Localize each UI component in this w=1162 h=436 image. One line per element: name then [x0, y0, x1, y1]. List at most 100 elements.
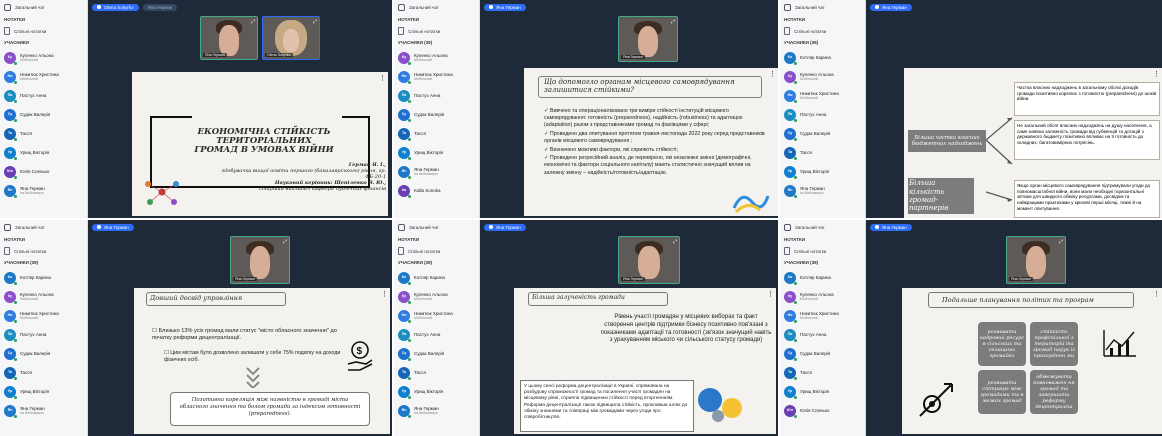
participant-item[interactable]: Та Тасся [0, 363, 87, 382]
presenter-tab[interactable]: Яна Герман [484, 3, 526, 11]
slide-menu-icon[interactable]: ⋮ [1153, 70, 1160, 78]
webcam-tile[interactable]: Яна Герман ⤢ [618, 236, 680, 284]
slide-menu-icon[interactable]: ⋮ [769, 70, 776, 78]
participant-item[interactable]: Су Судак Валерія [0, 105, 87, 124]
expand-icon[interactable]: ⤢ [671, 19, 675, 25]
participant-item[interactable]: Па Пастух Анна [780, 105, 865, 124]
participant-item[interactable]: Ур Урищ Вікторія [0, 382, 87, 401]
participant-item[interactable]: Ко Котляр Карина [0, 268, 87, 287]
participant-item[interactable]: Ко Котляр Карина [780, 48, 865, 67]
general-chat[interactable]: Загальний чат [394, 220, 479, 234]
participant-item[interactable]: Па Пастух Анна [780, 325, 865, 344]
presenter-tab[interactable]: Olena Sokyrko [92, 3, 139, 11]
shared-notes[interactable]: Спільні нотатки [780, 25, 865, 37]
participant-item[interactable]: Па Пастух Анна [0, 325, 87, 344]
shared-notes[interactable]: Спільні нотатки [0, 25, 87, 37]
participant-item[interactable]: Ни Никитюк Христина Мобільний [780, 86, 865, 105]
participant-item[interactable]: Ян Яна Герман на Вебкамера [0, 401, 87, 420]
participant-item[interactable]: Су Судак Валерія [780, 124, 865, 143]
participant-item[interactable]: Ян Яна Герман на Вебкамера [394, 401, 479, 420]
participant-item[interactable]: Ур Урищ Вікторія [0, 143, 87, 162]
expand-icon[interactable]: ⤢ [251, 19, 255, 25]
participant-name: Урищ Вікторія [20, 149, 50, 155]
presenter-tab[interactable]: Яна Герман [870, 3, 912, 11]
shared-notes[interactable]: Спільні нотатки [0, 245, 87, 257]
avatar: Ур [784, 165, 797, 179]
participant-item[interactable]: Ян Яна Герман на Вебкамера [394, 162, 479, 181]
participant-item[interactable]: Ку Куленко Альона Мобільний [394, 287, 479, 306]
participant-item[interactable]: Ку Куленко Альона Мобільний [0, 48, 87, 67]
expand-icon[interactable]: ⤢ [673, 239, 677, 245]
participant-item[interactable]: Ни Никитюк Христина Мобільний [394, 306, 479, 325]
participant-item[interactable]: Ни Никитюк Христина Мобільний [0, 306, 87, 325]
participant-item[interactable]: Ка Kalla Sonoka [394, 181, 479, 200]
slide-right-text-3: Якщо орган місцевого самоврядування підт… [1017, 183, 1151, 211]
participant-item[interactable]: Ко Котляр Карина [394, 268, 479, 287]
participant-item[interactable]: Та Тасся [780, 143, 865, 162]
webcam-tile[interactable]: Яна Герман ⤢ [618, 16, 678, 62]
shared-notes-label: Спільні нотатки [14, 248, 47, 254]
participant-item[interactable]: Та Тасся [0, 124, 87, 143]
participant-item[interactable]: Су Судак Валерія [394, 105, 479, 124]
shared-notes[interactable]: Спільні нотатки [394, 25, 479, 37]
expand-icon[interactable]: ⤢ [283, 239, 287, 245]
participant-item[interactable]: Ни Никитюк Христина Мобільний [780, 306, 865, 325]
avatar: Ку [4, 290, 17, 304]
participant-item[interactable]: Ян Яна Герман на Вебкамера [780, 181, 865, 200]
participant-item[interactable]: Су Судак Валерія [780, 344, 865, 363]
avatar: Ян [398, 404, 411, 418]
slide-menu-icon[interactable]: ⋮ [379, 74, 386, 82]
participant-item[interactable]: Ур Урищ Вікторія [780, 382, 865, 401]
participant-item[interactable]: Ко Котляр Карина [780, 268, 865, 287]
presenter-tab-2[interactable]: Яна Герман [142, 3, 178, 11]
participant-item[interactable]: Ни Никитюк Христина Мобільний [394, 67, 479, 86]
participant-info: Судак Валерія [800, 351, 830, 356]
webcam-tile[interactable]: Яна Герман ⤢ [200, 16, 258, 60]
participant-item[interactable]: Ку Куленко Альона Мобільний [0, 287, 87, 306]
slide-menu-icon[interactable]: ⋮ [767, 290, 774, 298]
participant-item[interactable]: Ур Урищ Вікторія [394, 382, 479, 401]
participant-item[interactable]: Ку Куленко Альона Мобільний [780, 67, 865, 86]
general-chat[interactable]: Загальний чат [0, 220, 87, 234]
webcam-tile[interactable]: Яна Герман ⤢ [1006, 236, 1066, 284]
chat-icon [784, 223, 791, 231]
general-chat[interactable]: Загальний чат [0, 0, 87, 14]
main-area: Яна Герман ⋮ Більша частка власних бюдже… [866, 0, 1162, 218]
presenter-tab[interactable]: Яна Герман [870, 223, 912, 231]
participant-item[interactable]: Юн Юлія Сленько [0, 162, 87, 181]
participant-item[interactable]: Юн Юлія Сленько [780, 401, 865, 420]
participant-item[interactable]: Ян Яна Герман на Вебкамера [0, 181, 87, 200]
participant-item[interactable]: Ур Урищ Вікторія [394, 143, 479, 162]
webcam-tile[interactable]: Яна Герман ⤢ [230, 236, 290, 284]
avatar: Ян [784, 184, 797, 198]
participant-item[interactable]: Та Тасся [394, 124, 479, 143]
general-chat[interactable]: Загальний чат [780, 0, 865, 14]
shared-notes[interactable]: Спільні нотатки [780, 245, 865, 257]
presenter-tab-label: Яна Герман [882, 224, 907, 230]
expand-icon[interactable]: ⤢ [1059, 239, 1063, 245]
slide-menu-icon[interactable]: ⋮ [381, 290, 388, 298]
participant-item[interactable]: Та Тасся [394, 363, 479, 382]
participant-item[interactable]: Ни Никитюк Христина Мобільний [0, 67, 87, 86]
participant-info: Судак Валерія [414, 351, 444, 356]
slide-menu-icon[interactable]: ⋮ [1153, 290, 1160, 298]
avatar: Су [4, 108, 17, 122]
participant-item[interactable]: Па Пастух Анна [0, 86, 87, 105]
general-chat[interactable]: Загальний чат [780, 220, 865, 234]
participant-item[interactable]: Па Пастух Анна [394, 325, 479, 344]
presenter-tab[interactable]: Яна Герман [484, 223, 526, 231]
expand-icon[interactable]: ⤢ [313, 19, 317, 25]
participant-item[interactable]: Ур Урищ Вікторія [780, 162, 865, 181]
participant-item[interactable]: Та Тасся [780, 363, 865, 382]
shared-notes[interactable]: Спільні нотатки [394, 245, 479, 257]
participant-item[interactable]: Су Судак Валерія [394, 344, 479, 363]
participant-info: Котляр Карина [20, 275, 51, 280]
webcam-tile-2[interactable]: Olena Sokyrko ⤢ [262, 16, 320, 60]
presenter-tab[interactable]: Яна Герман [92, 223, 134, 231]
notes-icon [398, 247, 404, 255]
participant-item[interactable]: Па Пастух Анна [394, 86, 479, 105]
participant-item[interactable]: Ку Куленко Альона Мобільний [394, 48, 479, 67]
general-chat[interactable]: Загальний чат [394, 0, 479, 14]
participant-item[interactable]: Су Судак Валерія [0, 344, 87, 363]
participant-item[interactable]: Ку Куленко Альона Мобільний [780, 287, 865, 306]
